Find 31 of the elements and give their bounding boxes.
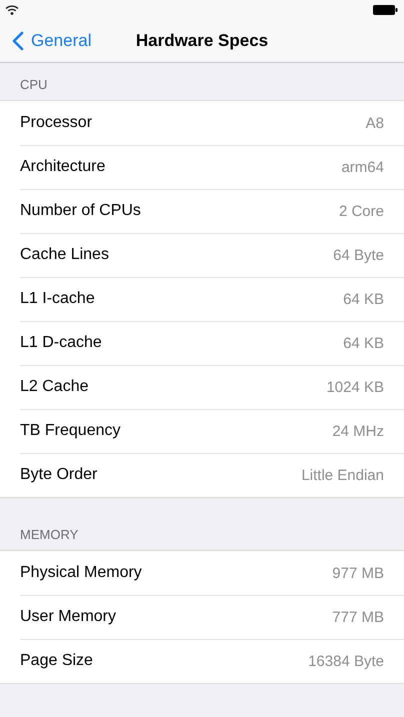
row-label: Cache Lines <box>20 246 109 264</box>
row-label: Processor <box>20 114 92 132</box>
row-label: L2 Cache <box>20 378 88 396</box>
section-header: CPU <box>20 77 48 92</box>
row-value: 16384 Byte <box>308 652 384 670</box>
row-label: L1 I-cache <box>20 290 95 308</box>
row-value: 64 KB <box>343 334 384 352</box>
battery-icon <box>373 5 398 15</box>
row-value: 24 MHz <box>332 422 384 440</box>
row-value: 64 KB <box>343 290 384 308</box>
row-label: Physical Memory <box>20 564 142 582</box>
page-title: Hardware Specs <box>136 31 268 51</box>
wifi-icon <box>5 5 19 15</box>
row-label: Architecture <box>20 158 106 176</box>
row-value: 2 Core <box>338 202 384 220</box>
row-value: 64 Byte <box>333 246 384 264</box>
row-value: 1024 KB <box>326 378 384 396</box>
row-value: A8 <box>366 114 384 132</box>
row-label: Number of CPUs <box>20 202 141 220</box>
row-label: Byte Order <box>20 466 98 484</box>
back-button[interactable]: General <box>0 31 92 51</box>
row-label: TB Frequency <box>20 422 120 440</box>
row-label: User Memory <box>20 608 116 626</box>
row-value: 777 MB <box>332 608 384 626</box>
row-value: 977 MB <box>332 564 384 582</box>
row-value: arm64 <box>341 158 384 176</box>
section-header: MEMORY <box>20 527 78 542</box>
chevron-left-icon <box>12 31 24 51</box>
row-value: Little Endian <box>301 466 384 484</box>
row-label: L1 D-cache <box>20 334 102 352</box>
row-label: Page Size <box>20 652 93 670</box>
